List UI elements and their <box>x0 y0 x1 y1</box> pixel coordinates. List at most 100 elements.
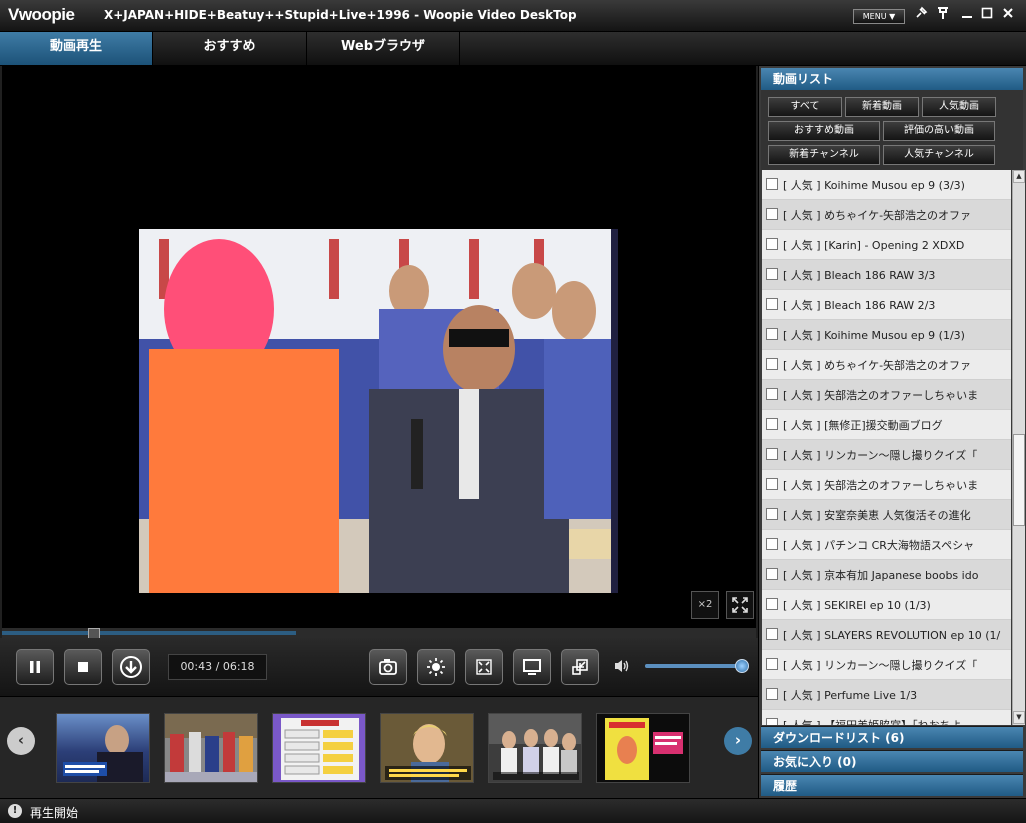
history-header[interactable]: 履歴 <box>761 774 1023 796</box>
list-item-checkbox[interactable] <box>766 688 778 700</box>
list-item-title[interactable]: [ 人気 ] 【福田美姫脇宮】「ねおちよ <box>783 717 1009 725</box>
list-item-checkbox[interactable] <box>766 358 778 370</box>
list-item-title[interactable]: [ 人気 ] めちゃイケ-矢部浩之のオファ <box>783 357 1009 373</box>
list-item-title[interactable]: [ 人気 ] パチンコ CR大海物語スペシャ <box>783 537 1009 553</box>
list-item-checkbox[interactable] <box>766 268 778 280</box>
list-item[interactable]: [ 人気 ] Perfume Live 1/3 <box>762 680 1011 710</box>
list-item-title[interactable]: [ 人気 ] [Karin] - Opening 2 XDXD <box>783 237 1009 253</box>
fullscreen-corner-icon[interactable] <box>726 591 754 619</box>
list-item[interactable]: [ 人気 ] Bleach 186 RAW 2/3 <box>762 290 1011 320</box>
tab-web-browser[interactable]: Webブラウザ <box>307 32 460 65</box>
list-item-title[interactable]: [ 人気 ] Koihime Musou ep 9 (1/3) <box>783 327 1009 343</box>
list-item[interactable]: [ 人気 ] リンカーン～隠し撮りクイズ「 <box>762 440 1011 470</box>
video-list-header[interactable]: 動画リスト <box>761 68 1023 90</box>
list-item-title[interactable]: [ 人気 ] 安室奈美恵 人気復活その進化 <box>783 507 1009 523</box>
list-item-title[interactable]: [ 人気 ] 矢部浩之のオファーしちゃいま <box>783 477 1009 493</box>
list-item-title[interactable]: [ 人気 ] Koihime Musou ep 9 (3/3) <box>783 177 1009 193</box>
list-item[interactable]: [ 人気 ] めちゃイケ-矢部浩之のオファ <box>762 350 1011 380</box>
list-item[interactable]: [ 人気 ] 京本有加 Japanese boobs ido <box>762 560 1011 590</box>
list-item-title[interactable]: [ 人気 ] SLAYERS REVOLUTION ep 10 (1/ <box>783 627 1009 643</box>
tab-recommended[interactable]: おすすめ <box>153 32 307 65</box>
download-button[interactable] <box>112 649 150 685</box>
list-item-title[interactable]: [ 人気 ] めちゃイケ-矢部浩之のオファ <box>783 207 1009 223</box>
list-item[interactable]: [ 人気 ] 矢部浩之のオファーしちゃいま <box>762 380 1011 410</box>
list-item-checkbox[interactable] <box>766 328 778 340</box>
list-item-title[interactable]: [ 人気 ] 京本有加 Japanese boobs ido <box>783 567 1009 583</box>
list-item-checkbox[interactable] <box>766 718 778 725</box>
volume-knob[interactable] <box>735 659 749 673</box>
list-item[interactable]: [ 人気 ] Bleach 186 RAW 3/3 <box>762 260 1011 290</box>
list-item[interactable]: [ 人気 ] 安室奈美恵 人気復活その進化 <box>762 500 1011 530</box>
list-item-title[interactable]: [ 人気 ] Perfume Live 1/3 <box>783 687 1009 703</box>
thumbnail-crowd[interactable] <box>164 713 258 783</box>
filter-new-videos-button[interactable]: 新着動画 <box>845 97 919 117</box>
list-item[interactable]: [ 人気 ] [Karin] - Opening 2 XDXD <box>762 230 1011 260</box>
list-item-title[interactable]: [ 人気 ] リンカーン～隠し撮りクイズ「 <box>783 657 1009 673</box>
list-item-checkbox[interactable] <box>766 628 778 640</box>
filter-top-rated-button[interactable]: 評価の高い動画 <box>883 121 995 141</box>
favorites-header[interactable]: お気に入り (0) <box>761 750 1023 772</box>
screen-mode-button[interactable] <box>513 649 551 685</box>
list-item[interactable]: [ 人気 ] 【福田美姫脇宮】「ねおちよ <box>762 710 1011 725</box>
scroll-down-icon[interactable]: ▼ <box>1013 711 1025 724</box>
filter-recommended-videos-button[interactable]: おすすめ動画 <box>768 121 880 141</box>
list-item-title[interactable]: [ 人気 ] リンカーン～隠し撮りクイズ「 <box>783 447 1009 463</box>
list-item-title[interactable]: [ 人気 ] 矢部浩之のオファーしちゃいま <box>783 387 1009 403</box>
list-item-checkbox[interactable] <box>766 388 778 400</box>
tab-video-playback[interactable]: 動画再生 <box>0 32 153 65</box>
pause-button[interactable] <box>16 649 54 685</box>
list-item-checkbox[interactable] <box>766 418 778 430</box>
list-item-title[interactable]: [ 人気 ] [無修正]援交動画ブログ <box>783 417 1009 433</box>
double-size-button[interactable]: ×2 <box>691 591 719 619</box>
filter-popular-videos-button[interactable]: 人気動画 <box>922 97 996 117</box>
list-item-checkbox[interactable] <box>766 508 778 520</box>
list-item-checkbox[interactable] <box>766 178 778 190</box>
snapshot-button[interactable] <box>369 649 407 685</box>
list-item[interactable]: [ 人気 ] Koihime Musou ep 9 (1/3) <box>762 320 1011 350</box>
volume-icon[interactable] <box>613 658 631 674</box>
video-frame[interactable] <box>139 229 618 593</box>
list-item[interactable]: [ 人気 ] SEKIREI ep 10 (1/3) <box>762 590 1011 620</box>
list-item-checkbox[interactable] <box>766 208 778 220</box>
list-item-checkbox[interactable] <box>766 238 778 250</box>
maximize-icon[interactable] <box>978 6 996 24</box>
list-item[interactable]: [ 人気 ] 矢部浩之のオファーしちゃいま <box>762 470 1011 500</box>
list-item-checkbox[interactable] <box>766 448 778 460</box>
seek-bar[interactable] <box>2 628 756 639</box>
video-list-scrollbar[interactable]: ▲ ▼ <box>1012 170 1025 725</box>
list-item-checkbox[interactable] <box>766 298 778 310</box>
menu-button[interactable]: MENU ▼ <box>853 9 905 24</box>
fullscreen-button[interactable] <box>465 649 503 685</box>
thumbnail-interview[interactable] <box>380 713 474 783</box>
filter-all-button[interactable]: すべて <box>768 97 842 117</box>
scroll-up-icon[interactable]: ▲ <box>1013 170 1025 183</box>
thumbnail-idols[interactable] <box>488 713 582 783</box>
filter-popular-channels-button[interactable]: 人気チャンネル <box>883 145 995 165</box>
strip-next-icon[interactable]: › <box>724 727 752 755</box>
list-item[interactable]: [ 人気 ] Koihime Musou ep 9 (3/3) <box>762 170 1011 200</box>
list-item[interactable]: [ 人気 ] SLAYERS REVOLUTION ep 10 (1/ <box>762 620 1011 650</box>
list-item-checkbox[interactable] <box>766 478 778 490</box>
thumbnail-ranking[interactable] <box>272 713 366 783</box>
list-item-title[interactable]: [ 人気 ] SEKIREI ep 10 (1/3) <box>783 597 1009 613</box>
close-icon[interactable] <box>999 6 1017 24</box>
list-item-checkbox[interactable] <box>766 598 778 610</box>
list-item[interactable]: [ 人気 ] パチンコ CR大海物語スペシャ <box>762 530 1011 560</box>
scroll-thumb[interactable] <box>1013 434 1025 526</box>
list-item-title[interactable]: [ 人気 ] Bleach 186 RAW 2/3 <box>783 297 1009 313</box>
thumbnail-news[interactable] <box>56 713 150 783</box>
list-item[interactable]: [ 人気 ] めちゃイケ-矢部浩之のオファ <box>762 200 1011 230</box>
minimize-icon[interactable] <box>958 6 976 24</box>
brightness-button[interactable] <box>417 649 455 685</box>
list-item-checkbox[interactable] <box>766 658 778 670</box>
volume-slider[interactable] <box>645 659 749 673</box>
mini-player-button[interactable] <box>561 649 599 685</box>
list-item[interactable]: [ 人気 ] リンカーン～隠し撮りクイズ「 <box>762 650 1011 680</box>
list-item-checkbox[interactable] <box>766 538 778 550</box>
download-list-header[interactable]: ダウンロードリスト (6) <box>761 726 1023 748</box>
thumbtack-icon[interactable] <box>934 6 952 24</box>
video-area[interactable]: ×2 <box>2 66 756 628</box>
list-item[interactable]: [ 人気 ] [無修正]援交動画ブログ <box>762 410 1011 440</box>
list-item-title[interactable]: [ 人気 ] Bleach 186 RAW 3/3 <box>783 267 1009 283</box>
pin-icon[interactable] <box>912 6 930 24</box>
